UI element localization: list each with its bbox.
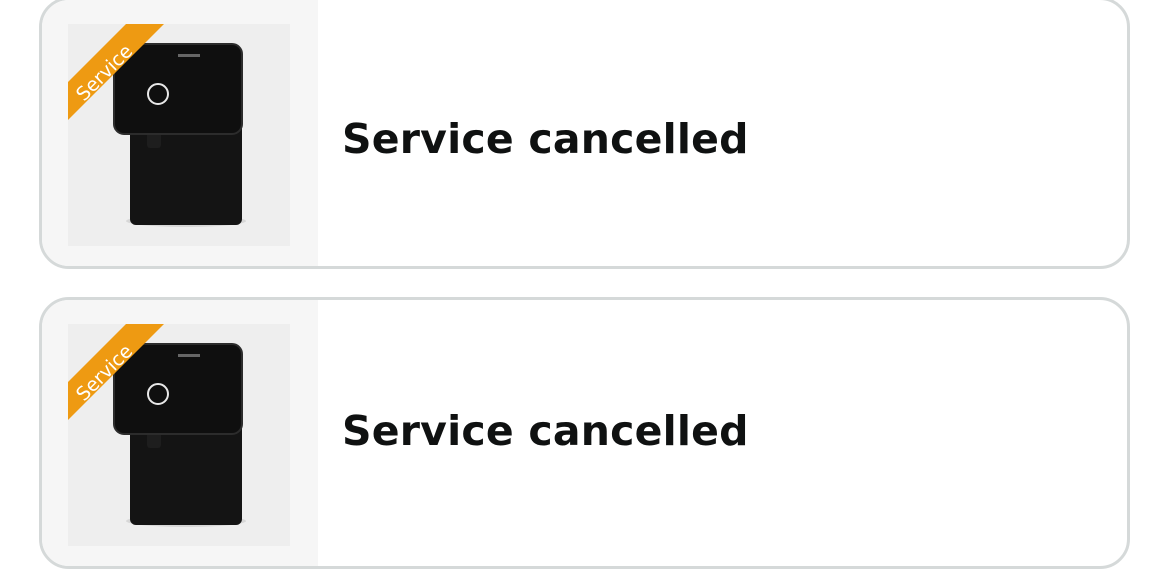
- water-purifier-icon: Service: [68, 324, 290, 546]
- status-text: Service cancelled: [342, 115, 749, 163]
- water-purifier-icon: Service: [68, 24, 290, 246]
- water-purifier-image: Service: [68, 324, 290, 546]
- product-thumbnail-panel: Service: [42, 0, 318, 266]
- status-area: Service cancelled: [318, 300, 749, 564]
- product-thumbnail-panel: Service: [42, 300, 318, 566]
- status-area: Service cancelled: [318, 6, 749, 266]
- status-text: Service cancelled: [342, 407, 749, 455]
- water-purifier-image: Service: [68, 24, 290, 246]
- service-order-card[interactable]: Service Service cancelled: [39, 297, 1130, 569]
- service-orders-list: Service Service cancelled Service Servic…: [0, 0, 1170, 578]
- service-order-card[interactable]: Service Service cancelled: [39, 0, 1130, 269]
